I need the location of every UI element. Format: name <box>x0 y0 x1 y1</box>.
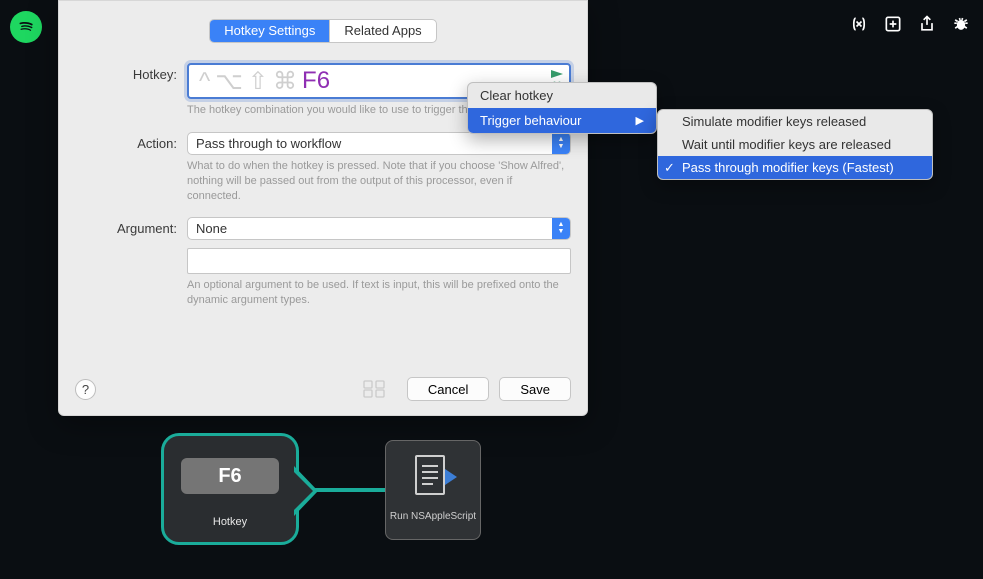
submenu-item-simulate-released[interactable]: Simulate modifier keys released <box>658 110 932 133</box>
chevron-right-icon: ▶ <box>636 114 644 127</box>
check-icon: ✓ <box>664 160 675 176</box>
workflow-node-script[interactable]: Run NSAppleScript <box>385 440 481 540</box>
chevron-updown-icon: ▲▼ <box>552 218 570 239</box>
tab-hotkey-settings[interactable]: Hotkey Settings <box>210 20 329 42</box>
add-icon[interactable] <box>883 14 903 34</box>
argument-popup-value: None <box>188 221 552 236</box>
hotkey-context-menu: Clear hotkey Trigger behaviour ▶ <box>467 82 657 134</box>
chevron-updown-icon: ▲▼ <box>552 133 570 154</box>
variables-icon[interactable] <box>849 14 869 34</box>
workflow-hotkey-chip: F6 <box>181 458 279 494</box>
action-label: Action: <box>75 132 187 151</box>
submenu-item-label: Wait until modifier keys are released <box>682 137 891 152</box>
workflow-script-caption: Run NSAppleScript <box>390 511 476 522</box>
menu-item-label: Clear hotkey <box>480 88 553 103</box>
submenu-item-pass-through[interactable]: ✓ Pass through modifier keys (Fastest) <box>658 156 932 179</box>
share-icon[interactable] <box>917 14 937 34</box>
action-popup-value: Pass through to workflow <box>188 136 552 151</box>
settings-tabs: Hotkey Settings Related Apps <box>209 19 436 43</box>
hotkey-key: F6 <box>302 67 330 95</box>
tab-related-apps[interactable]: Related Apps <box>329 20 435 42</box>
menu-item-clear-hotkey[interactable]: Clear hotkey <box>468 83 656 108</box>
workflow-node-hotkey[interactable]: F6 Hotkey <box>161 433 299 545</box>
argument-help-text: An optional argument to be used. If text… <box>187 278 571 308</box>
save-button[interactable]: Save <box>499 377 571 401</box>
trigger-behaviour-submenu: Simulate modifier keys released Wait unt… <box>657 109 933 180</box>
action-help-text: What to do when the hotkey is pressed. N… <box>187 159 571 204</box>
submenu-item-wait-released[interactable]: Wait until modifier keys are released <box>658 133 932 156</box>
debug-icon[interactable] <box>951 14 971 34</box>
toolbar-right <box>849 14 971 34</box>
menu-item-trigger-behaviour[interactable]: Trigger behaviour ▶ <box>468 108 656 133</box>
argument-popup[interactable]: None ▲▼ <box>187 217 571 240</box>
argument-text-input[interactable] <box>187 248 571 274</box>
menu-item-label: Trigger behaviour <box>480 113 581 128</box>
hotkey-modifiers: ^⌥⇧⌘ <box>199 67 302 96</box>
cancel-button[interactable]: Cancel <box>407 377 489 401</box>
workflow-hotkey-caption: Hotkey <box>164 516 296 528</box>
action-popup[interactable]: Pass through to workflow ▲▼ <box>187 132 571 155</box>
hotkey-label: Hotkey: <box>75 63 187 82</box>
submenu-item-label: Pass through modifier keys (Fastest) <box>682 160 894 175</box>
help-button[interactable]: ? <box>75 379 96 400</box>
submenu-item-label: Simulate modifier keys released <box>682 114 866 129</box>
grid-icon[interactable] <box>359 377 389 401</box>
spotify-glyph <box>15 16 37 38</box>
applescript-icon <box>415 455 451 497</box>
argument-label: Argument: <box>75 217 187 236</box>
spotify-icon[interactable] <box>10 11 42 43</box>
hotkey-settings-sheet: Hotkey Settings Related Apps Hotkey: ^⌥⇧… <box>58 0 588 416</box>
